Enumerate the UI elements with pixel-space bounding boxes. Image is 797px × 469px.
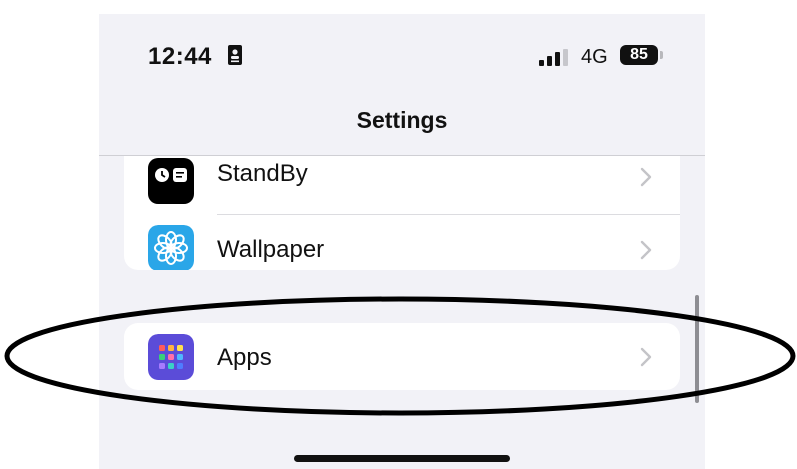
home-indicator[interactable] [294, 455, 510, 462]
contact-card-icon [228, 45, 242, 65]
apps-icon [148, 334, 194, 380]
settings-group-display: StandBy Wallpaper [124, 156, 680, 270]
settings-row-apps[interactable]: Apps [124, 323, 680, 390]
battery-tip-icon [660, 51, 663, 59]
row-label-apps: Apps [217, 344, 272, 371]
settings-row-standby[interactable]: StandBy [124, 156, 680, 213]
battery-level: 85 [620, 45, 658, 65]
settings-row-wallpaper[interactable]: Wallpaper [124, 215, 680, 270]
network-type: 4G [581, 46, 608, 68]
settings-group-apps: Apps [124, 323, 680, 390]
status-bar: 12:44 4G 85 [99, 14, 705, 84]
chevron-right-icon [640, 240, 652, 260]
row-label-wallpaper: Wallpaper [217, 236, 325, 263]
settings-screen: 12:44 4G 85 Settings StandBy Wallpaper A… [99, 14, 705, 469]
status-time: 12:44 [148, 43, 212, 70]
chevron-right-icon [640, 167, 652, 187]
standby-icon [148, 158, 194, 204]
cellular-signal-icon [539, 49, 568, 66]
row-label-standby: StandBy [217, 160, 308, 187]
screenshot-stage: 12:44 4G 85 Settings StandBy Wallpaper A… [0, 0, 797, 469]
wallpaper-icon [148, 225, 194, 270]
chevron-right-icon [640, 347, 652, 367]
scroll-indicator[interactable] [695, 295, 699, 403]
page-title: Settings [356, 107, 448, 133]
